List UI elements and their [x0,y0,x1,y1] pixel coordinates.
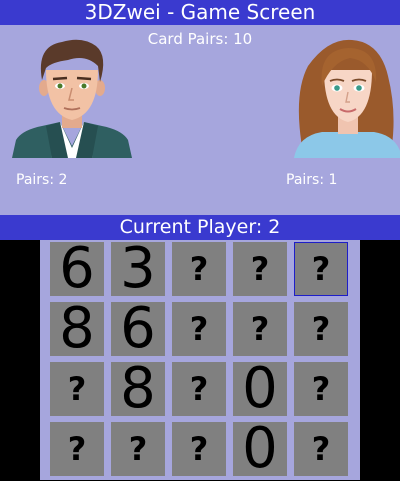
title-bar: 3DZwei - Game Screen [0,0,400,25]
card-r1-c3[interactable]: ? [172,242,226,296]
card-r4-c3[interactable]: ? [172,422,226,476]
card-r1-c4[interactable]: ? [233,242,287,296]
card-r4-c1[interactable]: ? [50,422,104,476]
card-r2-c4[interactable]: ? [233,302,287,356]
card-r3-c4[interactable]: 0 [233,361,287,417]
card-r2-c2[interactable]: 6 [111,301,165,357]
player-1-pairs: Pairs: 2 [16,172,68,188]
card-r2-c5[interactable]: ? [294,302,348,356]
player-2-pairs: Pairs: 1 [286,172,338,188]
card-r1-c5[interactable]: ? [294,242,348,296]
card-r1-c2[interactable]: 3 [111,241,165,297]
player-1-avatar [12,39,132,158]
card-r3-c2[interactable]: 8 [111,361,165,417]
card-r2-c3[interactable]: ? [172,302,226,356]
card-r3-c1[interactable]: ? [50,362,104,416]
card-r4-c2[interactable]: ? [111,422,165,476]
card-r3-c5[interactable]: ? [294,362,348,416]
card-r3-c3[interactable]: ? [172,362,226,416]
player-2-avatar [294,39,400,158]
card-r4-c5[interactable]: ? [294,422,348,476]
top-screen: 3DZwei - Game Screen Card Pairs: 10 Pair… [0,0,400,240]
card-r1-c1[interactable]: 6 [50,241,104,297]
card-r2-c1[interactable]: 8 [50,301,104,357]
bottom-screen: 6 3??? 8 6???? 8? 0???? 0? [0,240,400,480]
card-board: 6 3??? 8 6???? 8? 0???? 0? [40,240,360,480]
card-r4-c4[interactable]: 0 [233,421,287,477]
